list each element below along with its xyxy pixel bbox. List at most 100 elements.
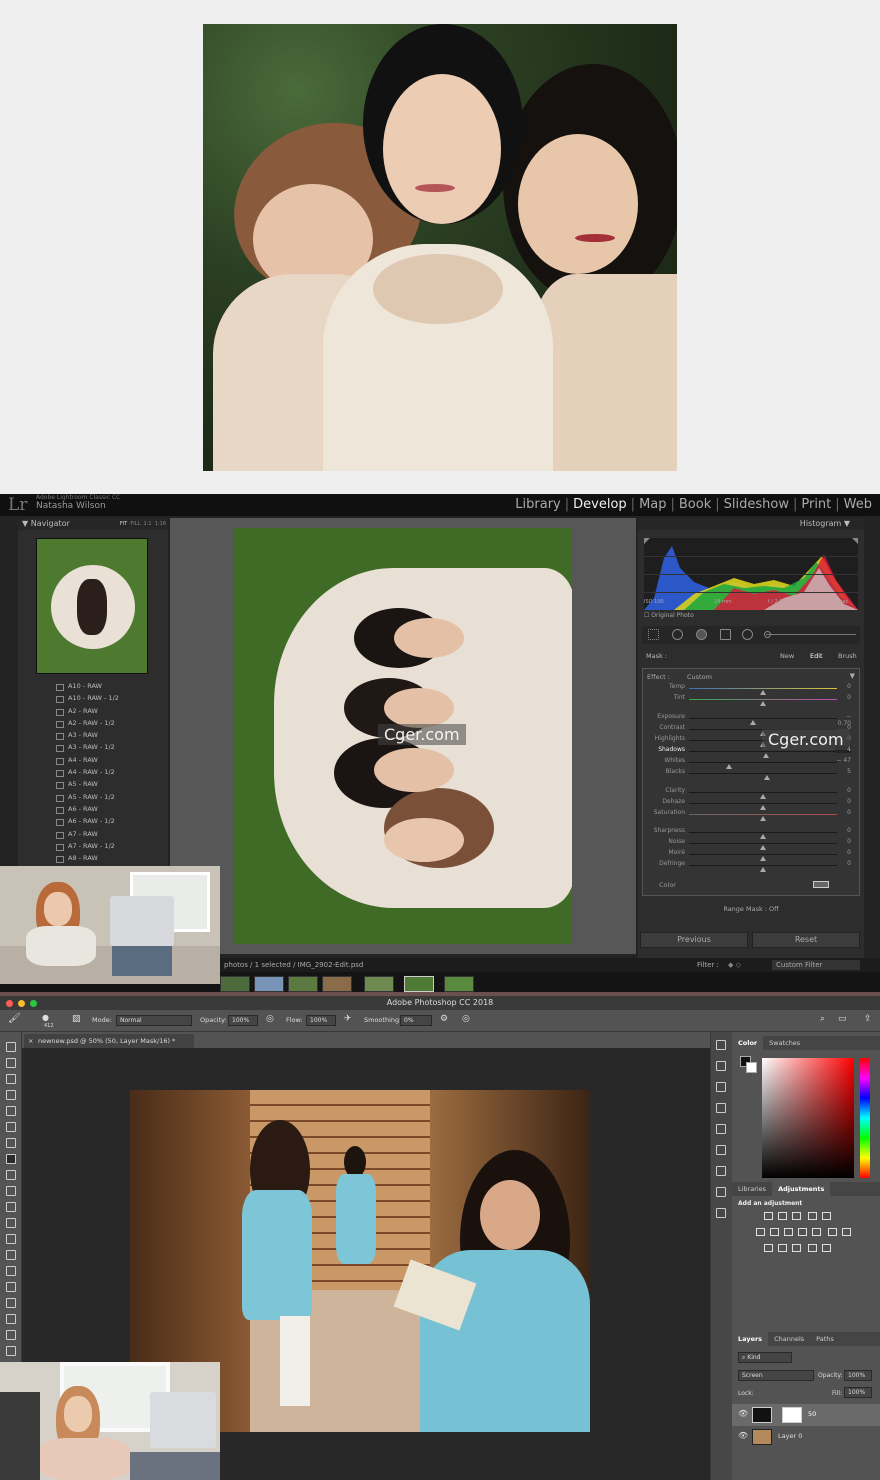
effect-preset[interactable]: Custom: [687, 673, 712, 681]
film-thumbnail[interactable]: [444, 976, 474, 992]
gear-icon[interactable]: ⚙: [440, 1014, 448, 1024]
folder-item[interactable]: A6 - RAW: [18, 803, 168, 815]
pen-tool-icon[interactable]: [6, 1266, 16, 1276]
slider-value[interactable]: 5: [835, 768, 851, 775]
effect-slider[interactable]: Defringe 0: [647, 860, 853, 872]
histogram-header[interactable]: Histogram ▼: [638, 518, 864, 530]
tab-channels[interactable]: Channels: [768, 1332, 810, 1346]
gradient-tool-icon[interactable]: [6, 1218, 16, 1228]
flow-field[interactable]: 100%: [306, 1015, 336, 1026]
effect-slider[interactable]: Moiré 0: [647, 849, 853, 861]
adjustment-layer-icon[interactable]: [764, 1212, 773, 1220]
background-color[interactable]: [746, 1062, 757, 1073]
adjustment-layer-icon[interactable]: [798, 1228, 807, 1236]
document-tab[interactable]: × newnew.psd @ 50% (50, Layer Mask/16) *: [24, 1034, 194, 1048]
move-tool-icon[interactable]: [6, 1042, 16, 1052]
airbrush-icon[interactable]: ✈: [344, 1014, 352, 1024]
folder-item[interactable]: A3 - RAW: [18, 729, 168, 741]
slider-value[interactable]: 0: [835, 849, 851, 856]
slider-value[interactable]: − 47: [835, 757, 851, 764]
brush-tool-icon[interactable]: 🖌: [8, 1013, 21, 1024]
brush-panel-icon[interactable]: ▨: [72, 1014, 81, 1024]
tab-paths[interactable]: Paths: [810, 1332, 840, 1346]
folder-item[interactable]: A4 - RAW - 1/2: [18, 766, 168, 778]
history-brush-tool-icon[interactable]: [6, 1186, 16, 1196]
folder-item[interactable]: A7 - RAW - 1/2: [18, 840, 168, 852]
panel-shortcut-icon[interactable]: [716, 1061, 726, 1071]
slider-track[interactable]: [689, 814, 837, 821]
folder-item[interactable]: A8 - RAW: [18, 852, 168, 864]
previous-button[interactable]: Previous: [640, 932, 748, 948]
folder-item[interactable]: A5 - RAW: [18, 778, 168, 790]
share-icon[interactable]: ⇪: [864, 1014, 872, 1024]
redeye-icon[interactable]: [696, 629, 707, 640]
filter-flag-icon[interactable]: ◆ ◇: [728, 958, 741, 972]
effect-slider[interactable]: Dehaze 0: [647, 798, 853, 810]
folder-item[interactable]: A2 - RAW - 1/2: [18, 717, 168, 729]
slider-value[interactable]: 0: [835, 683, 851, 690]
module-library[interactable]: Library: [511, 497, 564, 512]
slider-knob[interactable]: [760, 701, 766, 706]
path-select-tool-icon[interactable]: [6, 1298, 16, 1308]
mask-edit[interactable]: Edit: [810, 652, 823, 660]
slider-track[interactable]: [689, 773, 837, 780]
slider-track[interactable]: [689, 699, 837, 706]
hand-tool-icon[interactable]: [6, 1330, 16, 1340]
folder-item[interactable]: A5 - RAW - 1/2: [18, 791, 168, 803]
layer-filter-kind[interactable]: ⌕ Kind: [738, 1352, 792, 1363]
folder-item[interactable]: A7 - RAW: [18, 828, 168, 840]
panel-shortcut-icon[interactable]: [716, 1187, 726, 1197]
layer-row[interactable]: 👁 Layer 0: [732, 1426, 880, 1448]
layer-name[interactable]: 50: [808, 1410, 816, 1418]
layer-thumbnail[interactable]: [752, 1407, 772, 1423]
zoom-window-icon[interactable]: [30, 1000, 37, 1007]
module-map[interactable]: Map: [635, 497, 670, 512]
slider-knob[interactable]: [760, 816, 766, 821]
slider-track[interactable]: [689, 843, 837, 850]
adjustment-layer-icon[interactable]: [764, 1244, 773, 1252]
tab-swatches[interactable]: Swatches: [763, 1036, 806, 1050]
navigator-preview[interactable]: [36, 538, 148, 674]
module-print[interactable]: Print: [797, 497, 835, 512]
zoom-tool-icon[interactable]: [6, 1346, 16, 1356]
opacity-field[interactable]: 100%: [228, 1015, 258, 1026]
film-thumbnail[interactable]: [288, 976, 318, 992]
type-tool-icon[interactable]: [6, 1282, 16, 1292]
slider-value[interactable]: 0: [835, 694, 851, 701]
adjustment-layer-icon[interactable]: [812, 1228, 821, 1236]
adjustment-layer-icon[interactable]: [784, 1228, 793, 1236]
slider-track[interactable]: [689, 718, 837, 725]
layer-opacity-field[interactable]: 100%: [844, 1370, 872, 1381]
lasso-tool-icon[interactable]: [6, 1074, 16, 1084]
eyedropper-tool-icon[interactable]: [6, 1122, 16, 1132]
slider-value[interactable]: 0: [835, 827, 851, 834]
slider-track[interactable]: [689, 792, 837, 799]
zoom-fill[interactable]: FILL: [130, 521, 140, 527]
navigator-header[interactable]: ▼ Navigator FIT FILL 1:1 1:16: [18, 518, 168, 530]
slider-value[interactable]: 0: [835, 809, 851, 816]
film-thumbnail[interactable]: [254, 976, 284, 992]
tab-layers[interactable]: Layers: [732, 1332, 769, 1346]
folder-item[interactable]: A3 - RAW - 1/2: [18, 741, 168, 753]
folder-item[interactable]: A10 - RAW: [18, 680, 168, 692]
close-tab-icon[interactable]: ×: [28, 1034, 33, 1048]
minimize-window-icon[interactable]: [18, 1000, 25, 1007]
tab-adjustments[interactable]: Adjustments: [772, 1182, 831, 1196]
eraser-tool-icon[interactable]: [6, 1202, 16, 1212]
layer-thumbnail[interactable]: [752, 1429, 772, 1445]
brush-size-slider[interactable]: [766, 634, 856, 635]
collapse-triangle-icon[interactable]: ▼: [22, 519, 31, 528]
dodge-tool-icon[interactable]: [6, 1250, 16, 1260]
adjustment-layer-icon[interactable]: [792, 1244, 801, 1252]
adjustment-brush-icon[interactable]: [764, 631, 771, 638]
slider-track[interactable]: [689, 854, 837, 861]
healing-tool-icon[interactable]: [6, 1138, 16, 1148]
adjustment-layer-icon[interactable]: [778, 1212, 787, 1220]
visibility-eye-icon[interactable]: 👁: [738, 1409, 748, 1418]
film-thumbnail-selected[interactable]: [404, 976, 434, 992]
crop-tool-icon[interactable]: [6, 1106, 16, 1116]
film-thumbnail[interactable]: [220, 976, 250, 992]
original-photo-toggle[interactable]: ☐ Original Photo: [644, 612, 694, 619]
effect-slider[interactable]: Blacks 5: [647, 768, 853, 780]
slider-knob[interactable]: [764, 775, 771, 780]
